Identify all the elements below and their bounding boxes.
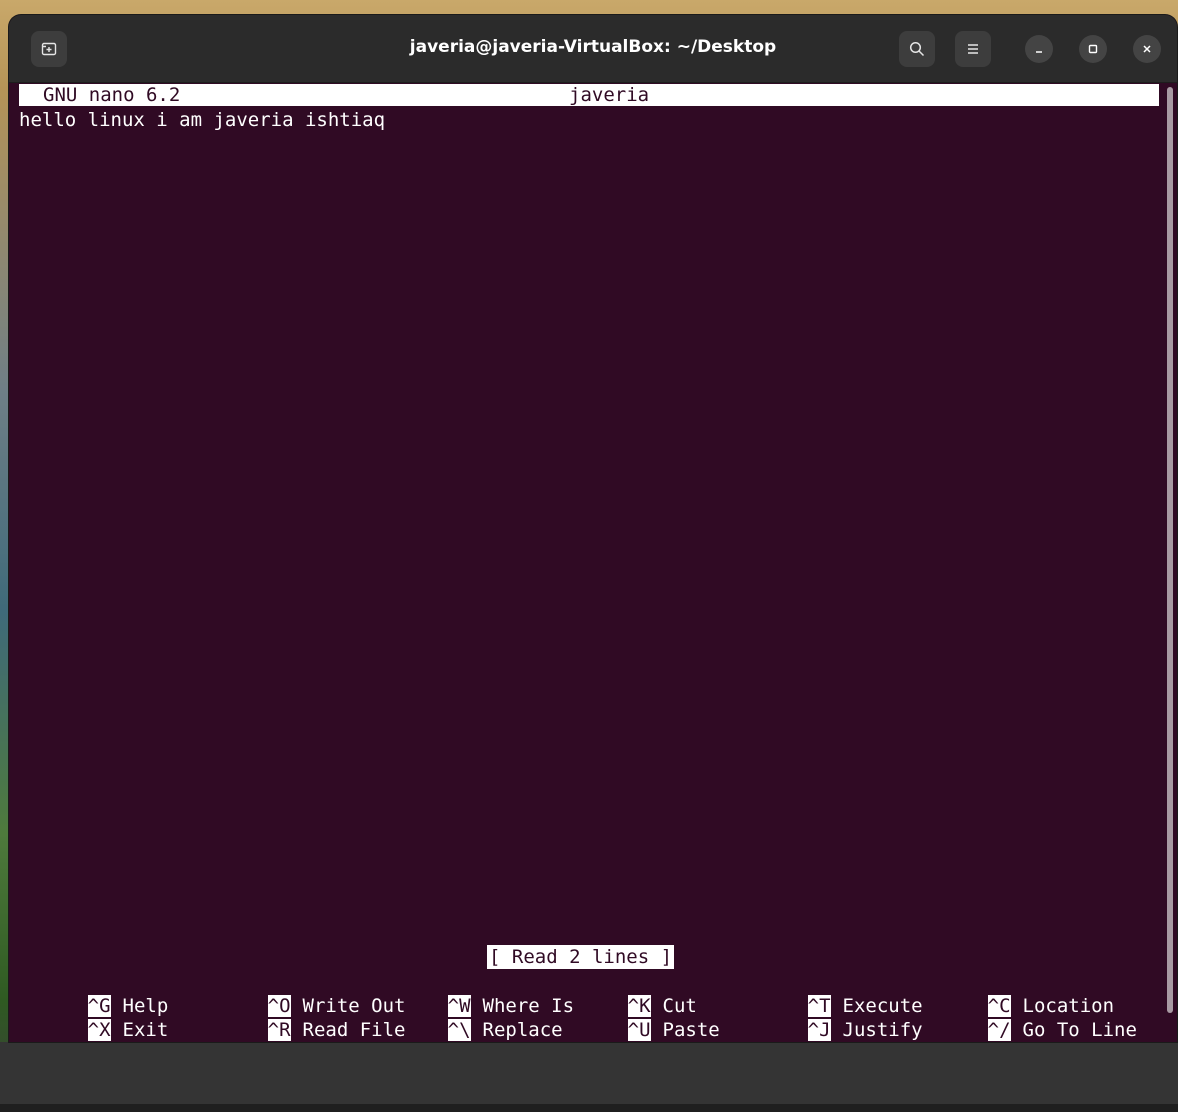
nano-filename: javeria [569,84,650,106]
shortcut-label: Go To Line [1022,1019,1137,1041]
minimize-icon [1036,51,1042,53]
nano-status-message: [ Read 2 lines ] [487,945,675,969]
window-title: javeria@javeria-VirtualBox: ~/Desktop [409,37,777,57]
shortcut-key: ^U [627,1019,651,1041]
menu-button[interactable] [955,31,991,67]
shortcut-key: ^R [267,1019,291,1041]
nano-header-bar: GNU nano 6.2 javeria [19,84,1159,106]
search-button[interactable] [899,31,935,67]
close-button[interactable] [1133,35,1161,63]
shortcut-replace[interactable]: ^\ Replace [379,994,563,1041]
shortcut-cut[interactable]: ^K Cut [559,970,697,1017]
shortcut-label: Replace [482,1019,563,1041]
desktop-shelf [0,1042,1178,1104]
shortcut-where-is[interactable]: ^W Where Is [379,970,574,1017]
shortcut-label: Justify [842,1019,923,1041]
desktop-edge [0,1104,1178,1112]
shortcut-label: Paste [662,1019,720,1041]
shortcut-justify[interactable]: ^J Justify [739,994,923,1041]
shortcut-go-to-line[interactable]: ^/ Go To Line [919,994,1137,1041]
terminal-scrollbar[interactable] [1164,83,1177,1042]
desktop-dock-area [0,1042,1178,1112]
scrollbar-thumb[interactable] [1167,87,1173,1013]
shortcut-key: ^J [807,1019,831,1041]
shortcut-exit[interactable]: ^X Exit [19,994,168,1041]
maximize-icon [1088,44,1098,54]
terminal-window: javeria@javeria-VirtualBox: ~/Desktop GN… [9,15,1177,1042]
search-icon [909,41,925,57]
shortcut-key: ^/ [987,1019,1011,1041]
editor-text-line[interactable]: hello linux i am javeria ishtiaq [19,108,385,132]
shortcut-key: ^\ [447,1019,471,1041]
shortcut-help[interactable]: ^G Help [19,970,168,1017]
shortcut-paste[interactable]: ^U Paste [559,994,720,1041]
titlebar: javeria@javeria-VirtualBox: ~/Desktop [9,15,1177,83]
nano-version: GNU nano 6.2 [43,84,181,106]
shortcut-location[interactable]: ^C Location [919,970,1114,1017]
close-icon [1143,45,1151,53]
maximize-button[interactable] [1079,35,1107,63]
minimize-button[interactable] [1025,35,1053,63]
shortcut-label: Exit [122,1019,169,1041]
hamburger-menu-icon [968,44,978,54]
terminal-area[interactable]: GNU nano 6.2 javeria hello linux i am ja… [9,83,1164,1042]
shortcut-write-out[interactable]: ^O Write Out [199,970,405,1017]
shortcut-execute[interactable]: ^T Execute [739,970,923,1017]
shortcut-read-file[interactable]: ^R Read File [199,994,405,1041]
shortcut-key: ^X [87,1019,111,1041]
